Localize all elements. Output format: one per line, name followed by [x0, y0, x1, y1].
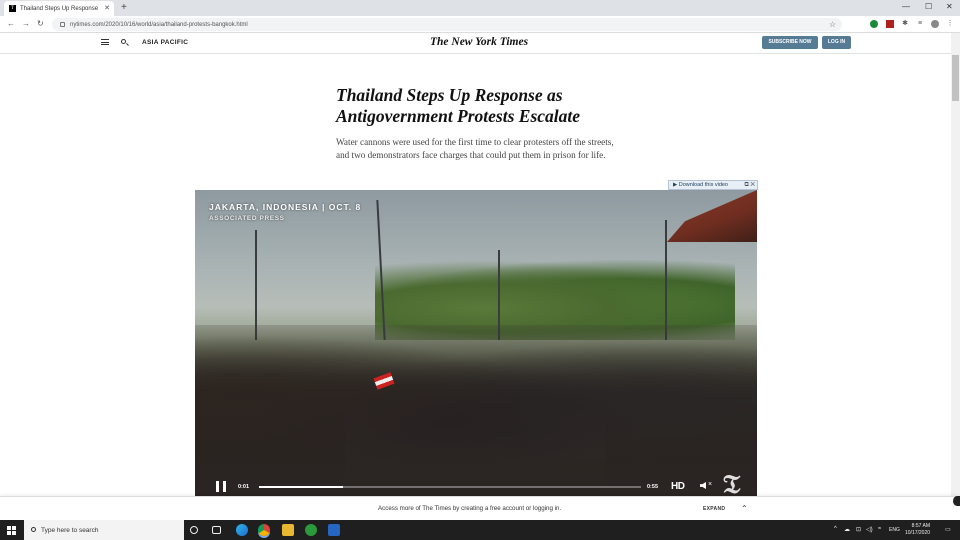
help-tab-icon[interactable] [953, 496, 960, 506]
download-video-bar[interactable]: ▶ Download this video ⧉ ✕ [668, 180, 758, 190]
close-window-icon[interactable]: ✕ [946, 2, 953, 11]
registration-bar: Access more of The Times by creating a f… [0, 496, 960, 520]
tray-volume-icon[interactable]: ◁) [866, 526, 873, 533]
expand-button[interactable]: EXPAND [703, 506, 725, 512]
mute-x-icon: × [708, 481, 713, 488]
video-frame-traffic-pole [255, 230, 257, 340]
scrollbar-thumb[interactable] [952, 55, 959, 101]
video-controls: 0:01 0:55 HD × 𝔗 [195, 470, 757, 496]
site-header: ASIA PACIFIC The New York Times SUBSCRIB… [0, 33, 951, 54]
taskbar-search-icon [31, 527, 36, 532]
close-tab-icon[interactable]: ✕ [104, 4, 110, 12]
tray-language[interactable]: ENG [889, 527, 900, 533]
video-frame-pole-3 [665, 220, 667, 340]
taskbar-search-box[interactable]: Type here to search [24, 520, 184, 540]
video-player[interactable]: JAKARTA, INDONESIA | OCT. 8 ASSOCIATED P… [195, 190, 757, 496]
new-tab-icon[interactable]: + [121, 2, 127, 14]
page-scrollbar[interactable] [951, 33, 960, 496]
subscribe-button[interactable]: SUBSCRIBE NOW [762, 36, 818, 49]
article-headline: Thailand Steps Up Response as Antigovern… [336, 85, 581, 126]
notifications-icon[interactable]: ▭ [945, 526, 951, 533]
browser-toolbar: ← → ↻ nytimes.com/2020/10/16/world/asia/… [0, 16, 960, 33]
section-link[interactable]: ASIA PACIFIC [142, 39, 188, 46]
forward-icon[interactable]: → [22, 19, 30, 28]
bookmark-star-icon[interactable]: ☆ [829, 20, 836, 29]
minimize-icon[interactable]: — [902, 2, 910, 11]
registration-message: Access more of The Times by creating a f… [378, 505, 562, 512]
video-progress-fill [259, 486, 344, 488]
login-button[interactable]: LOG IN [822, 36, 851, 49]
edge-icon[interactable] [236, 524, 248, 536]
lock-icon [60, 22, 65, 27]
extension-icon-red[interactable] [886, 20, 894, 28]
video-progress-bar[interactable] [259, 486, 641, 488]
article-summary: Water cannons were used for the first ti… [336, 137, 614, 160]
pause-icon[interactable] [216, 481, 226, 492]
media-control-icon[interactable]: ≡ [916, 20, 924, 28]
clock-time: 8:57 AM [911, 523, 931, 529]
browser-menu-icon[interactable]: ⋮ [946, 20, 954, 28]
video-location-caption: JAKARTA, INDONESIA | OCT. 8 [209, 202, 362, 212]
windows-start-icon[interactable] [7, 526, 16, 535]
tray-network-icon[interactable]: ⊡ [856, 526, 861, 533]
url-text: nytimes.com/2020/10/16/world/asia/thaila… [70, 21, 248, 28]
back-icon[interactable]: ← [7, 19, 15, 28]
clock-date: 10/17/2020 [905, 530, 931, 536]
browser-tab[interactable]: T Thailand Steps Up Response ✕ [4, 1, 114, 16]
browser-tab-strip: T Thailand Steps Up Response ✕ + — ☐ ✕ [0, 0, 960, 16]
reload-icon[interactable]: ↻ [37, 19, 44, 28]
download-video-label: Download this video [678, 182, 728, 188]
video-credit: ASSOCIATED PRESS [209, 215, 285, 222]
volume-icon[interactable] [700, 482, 706, 489]
extension-icon-green[interactable] [870, 20, 878, 28]
video-current-time: 0:01 [238, 484, 250, 490]
line-app-icon[interactable] [305, 524, 317, 536]
taskbar-search-placeholder: Type here to search [41, 526, 99, 534]
word-icon[interactable] [328, 524, 340, 536]
tray-cloud-icon[interactable]: ☁ [844, 526, 850, 533]
task-view-icon[interactable] [212, 526, 221, 534]
taskbar-clock[interactable]: 8:57 AM 10/17/2020 [905, 523, 930, 537]
nyt-t-watermark-icon: 𝔗 [723, 470, 741, 496]
video-frame-crowd [195, 325, 757, 496]
tray-wifi-icon[interactable]: ≈ [878, 526, 881, 532]
tab-title: Thailand Steps Up Response [20, 5, 99, 12]
video-duration: 0:55 [647, 484, 659, 490]
chrome-icon[interactable] [258, 524, 270, 536]
file-explorer-icon[interactable] [282, 524, 294, 536]
windows-taskbar: Type here to search ^ ☁ ⊡ ◁) ≈ ENG 8:57 … [0, 520, 960, 540]
extensions-puzzle-icon[interactable]: ✱ [901, 20, 909, 28]
address-bar[interactable]: nytimes.com/2020/10/16/world/asia/thaila… [52, 18, 842, 31]
chevron-up-icon[interactable]: ⌃ [741, 504, 748, 513]
maximize-icon[interactable]: ☐ [925, 2, 932, 11]
nyt-logo[interactable]: The New York Times [430, 36, 528, 48]
hamburger-menu-icon[interactable] [101, 39, 109, 45]
profile-avatar-icon[interactable] [931, 20, 939, 28]
cortana-icon[interactable] [190, 526, 198, 534]
download-bar-close-icon[interactable]: ⧉ ✕ [744, 181, 755, 189]
search-icon[interactable] [121, 39, 126, 44]
nyt-favicon-icon: T [9, 5, 16, 12]
tray-chevron-icon[interactable]: ^ [834, 526, 837, 532]
hd-toggle-button[interactable]: HD [671, 481, 685, 492]
